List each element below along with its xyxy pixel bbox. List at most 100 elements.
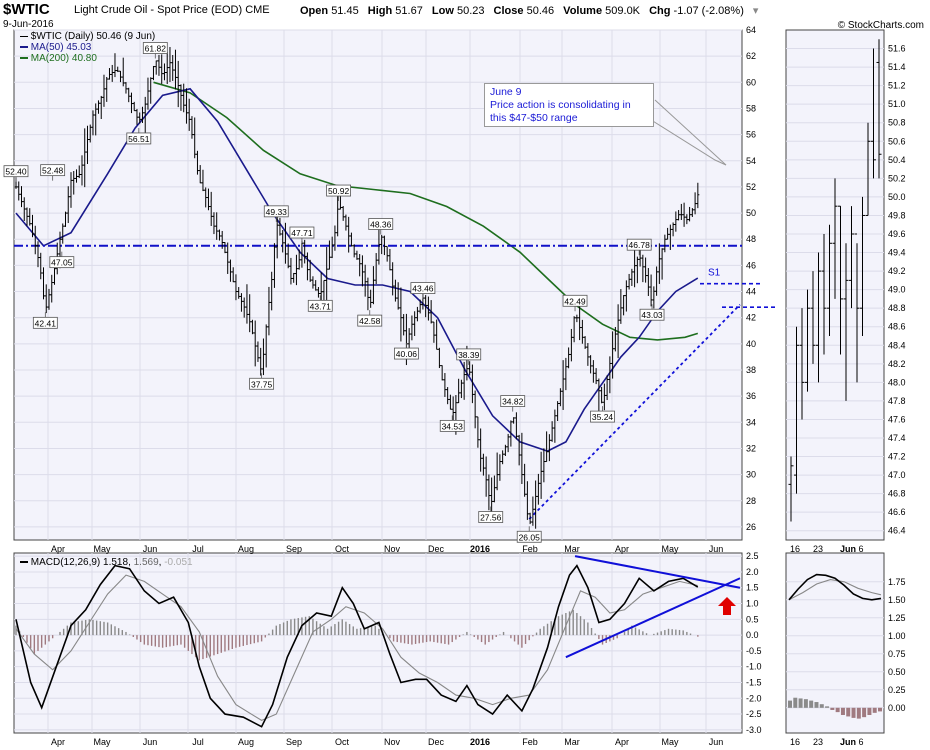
macd-histogram-bar <box>543 626 545 636</box>
zoom-price-y-tick-label: 47.2 <box>888 452 906 462</box>
zoom-price-y-tick-label: 49.4 <box>888 248 906 258</box>
macd-histogram-bar <box>136 635 138 640</box>
annotation-line-2: Price action is consolidating in <box>490 99 631 111</box>
macd-histogram-bar <box>396 635 398 643</box>
callout-label: 38.39 <box>458 350 480 360</box>
macd-histogram-bar <box>345 621 347 636</box>
legend-ma200: MA(200) 40.80 <box>20 53 97 64</box>
macd-histogram-bar <box>257 635 259 643</box>
macd-x-tick-label: May <box>93 737 111 747</box>
macd-histogram-bar <box>62 628 65 636</box>
callout-label: 56.51 <box>128 134 150 144</box>
zoom-macd-x-tick-label: 6 <box>858 737 863 747</box>
macd-histogram-bar <box>528 635 530 641</box>
zoom-macd-histogram-bar <box>825 706 830 708</box>
macd-histogram-bar <box>249 635 252 645</box>
price-y-tick-label: 36 <box>746 391 756 401</box>
price-x-tick-label: May <box>93 544 111 554</box>
callout-label: 61.82 <box>145 44 167 54</box>
price-y-tick-label: 58 <box>746 103 756 113</box>
stat-close-label: Close <box>493 5 524 17</box>
legend-ma50: MA(50) 45.03 <box>20 42 91 53</box>
price-y-tick-label: 54 <box>746 156 756 166</box>
macd-histogram-bar <box>418 635 420 644</box>
macd-histogram-bar <box>187 635 189 651</box>
macd-histogram-bar <box>242 635 244 646</box>
macd-y-tick-label: 1.0 <box>746 599 759 609</box>
zoom-macd-histogram-bar <box>867 707 872 715</box>
macd-histogram-bar <box>139 635 142 643</box>
macd-histogram-bar <box>532 635 534 637</box>
legend-macd-label: MACD(12,26,9) <box>30 557 101 568</box>
macd-histogram-bar <box>268 633 270 636</box>
macd-histogram-bar <box>356 628 358 636</box>
macd-histogram-bar <box>114 626 116 636</box>
macd-histogram-bar <box>587 622 589 636</box>
callout-label: 47.05 <box>51 258 73 268</box>
zoom-macd-histogram-bar <box>856 707 861 719</box>
macd-histogram-bar <box>499 634 501 636</box>
zoom-price-y-tick-label: 46.4 <box>888 526 906 536</box>
macd-y-tick-label: -2.0 <box>746 693 762 703</box>
macd-y-tick-label: -2.5 <box>746 709 762 719</box>
macd-x-tick-label: Nov <box>384 737 401 747</box>
macd-x-tick-label: Apr <box>51 737 65 747</box>
zoom-price-y-tick-label: 50.4 <box>888 155 906 165</box>
callout-label: 48.36 <box>370 220 392 230</box>
macd-histogram-bar <box>147 635 149 646</box>
brand-credit[interactable]: © StockCharts.com <box>838 20 924 31</box>
macd-x-tick-label: Jul <box>192 737 204 747</box>
legend-price: $WTIC (Daily) 50.46 (9 Jun) <box>20 31 155 42</box>
macd-histogram-bar <box>213 635 215 656</box>
zoom-price-y-tick-label: 50.0 <box>888 192 906 202</box>
macd-y-tick-label: -1.5 <box>746 677 762 687</box>
legend-price-label: $WTIC (Daily) 50.46 (9 Jun) <box>30 31 156 42</box>
zoom-macd-y-tick-label: 1.75 <box>888 577 906 587</box>
macd-histogram-bar <box>253 635 255 644</box>
zoom-price-y-tick-label: 48.2 <box>888 359 906 369</box>
zoom-price-y-tick-label: 48.6 <box>888 322 906 332</box>
macd-histogram-bar <box>183 635 186 648</box>
callout-label: 34.82 <box>502 397 524 407</box>
macd-histogram-bar <box>132 635 135 637</box>
price-x-tick-label: Apr <box>51 544 65 554</box>
macd-histogram-bar <box>480 635 483 643</box>
macd-histogram-bar <box>59 631 61 636</box>
zoom-macd-x-tick-label: 16 <box>790 737 800 747</box>
price-y-tick-label: 52 <box>746 182 756 192</box>
macd-histogram-bar <box>227 635 230 651</box>
macd-y-tick-label: 2.5 <box>746 551 759 561</box>
macd-histogram-bar <box>125 631 127 636</box>
zoom-macd-x-tick-label: 23 <box>813 737 823 747</box>
macd-y-tick-label: 2.0 <box>746 567 759 577</box>
macd-histogram-bar <box>524 635 527 644</box>
macd-histogram-bar <box>224 635 226 652</box>
zoom-price-y-tick-label: 46.6 <box>888 507 906 517</box>
callout-label: 52.48 <box>42 166 64 176</box>
macd-histogram-bar <box>583 619 585 636</box>
macd-histogram-bar <box>95 620 98 636</box>
legend-hist-value: -0.051 <box>164 557 193 568</box>
macd-y-tick-label: 1.5 <box>746 583 759 593</box>
price-x-tick-label: Jun <box>709 544 724 554</box>
macd-histogram-bar <box>653 633 655 636</box>
zoom-price-y-tick-label: 48.4 <box>888 340 906 350</box>
zoom-price-y-tick-label: 51.2 <box>888 81 906 91</box>
legend-macd-swatch <box>20 561 28 564</box>
zoom-macd-histogram-bar <box>830 707 835 710</box>
zoom-macd-histogram-bar <box>809 700 814 708</box>
macd-histogram-bar <box>521 635 523 648</box>
zoom-price-y-tick-label: 46.8 <box>888 489 906 499</box>
dropdown-triangle-icon[interactable]: ▾ <box>753 5 759 17</box>
zoom-macd-histogram-bar <box>814 702 819 708</box>
zoom-price-y-tick-label: 48.0 <box>888 377 906 387</box>
macd-histogram-bar <box>359 628 362 636</box>
macd-histogram-bar <box>216 635 219 655</box>
macd-histogram-bar <box>451 635 453 643</box>
macd-histogram-bar <box>29 635 32 649</box>
macd-histogram-bar <box>645 633 648 636</box>
stat-low-label: Low <box>431 5 454 17</box>
macd-histogram-bar <box>128 634 131 636</box>
macd-y-tick-label: 0.5 <box>746 614 759 624</box>
macd-histogram-bar <box>466 631 468 636</box>
